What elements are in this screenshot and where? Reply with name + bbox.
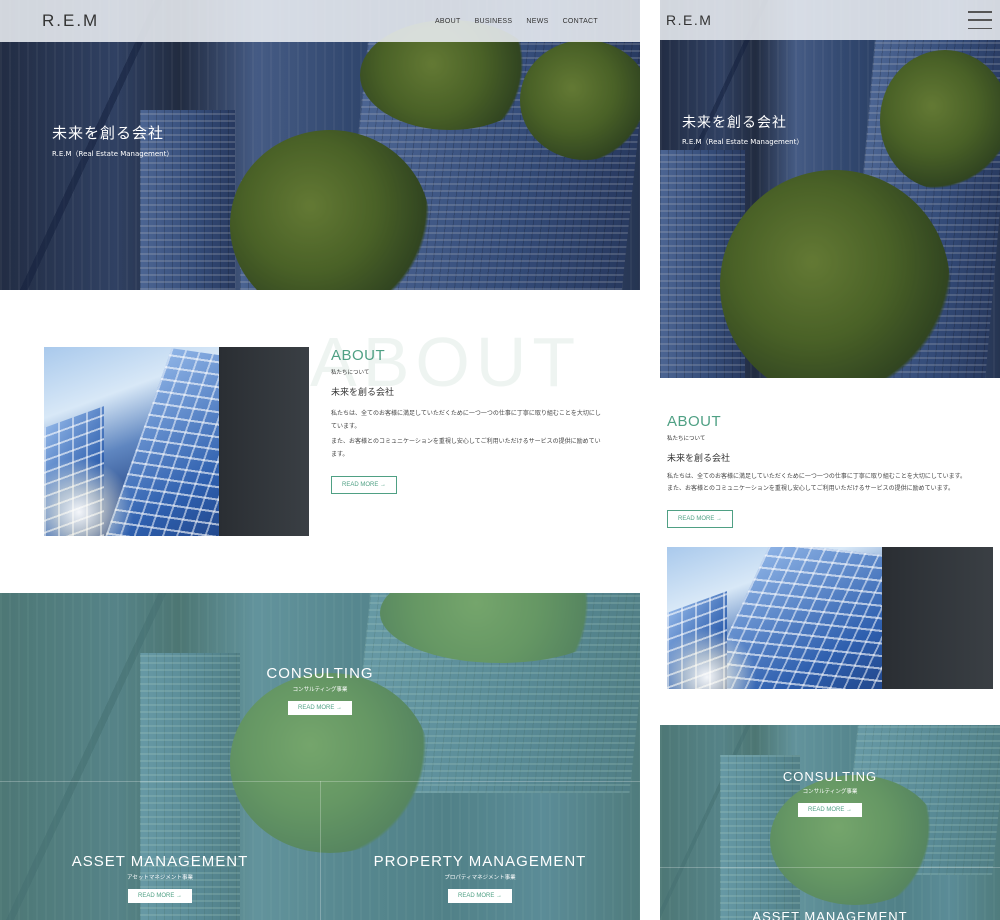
section-divider — [320, 781, 321, 920]
about-read-more-button[interactable]: READ MORE → — [331, 476, 398, 494]
business-subtitle: コンサルティング事業 — [802, 789, 858, 795]
business-card-property: PROPERTY MANAGEMENT プロパティマネジメント事業 READ M… — [350, 853, 610, 903]
hero-copy: 未来を創る会社 R.E.M（Real Estate Management） — [52, 122, 173, 159]
main-nav: ABOUT BUSINESS NEWS CONTACT — [435, 18, 598, 25]
about-text: ABOUT 私たちについて 未来を創る会社 私たちは、全てのお客様に満足していた… — [331, 347, 601, 494]
about-paragraph: 私たちは、全てのお客様に満足していただくために一つ一つの仕事に丁寧に取り組むこと… — [331, 410, 601, 430]
nav-item-news[interactable]: NEWS — [526, 18, 548, 25]
mobile-about-photo — [667, 547, 993, 689]
about-body: 私たちは、全てのお客様に満足していただくために一つ一つの仕事に丁寧に取り組むこと… — [331, 407, 601, 461]
nav-item-contact[interactable]: CONTACT — [563, 18, 598, 25]
business-title: CONSULTING — [266, 665, 374, 682]
hero-title: 未来を創る会社 — [52, 124, 165, 142]
about-paragraph: 私たちは、全てのお客様に満足していただくために一つ一つの仕事に丁寧に取り組むこと… — [667, 473, 967, 480]
business-subtitle: アセットマネジメント事業 — [127, 875, 193, 881]
asset-read-more-button[interactable]: READ MORE → — [127, 889, 192, 903]
about-photo — [44, 347, 309, 536]
about-paragraph: また、お客様とのコミュニケーションを重視し安心してご利用いただけるサービスの提供… — [331, 438, 601, 458]
about-paragraph: また、お客様とのコミュニケーションを重視し安心してご利用いただけるサービスの提供… — [667, 485, 955, 492]
site-header: R.E.M ABOUT BUSINESS NEWS CONTACT — [0, 0, 640, 42]
nav-item-about[interactable]: ABOUT — [435, 18, 461, 25]
mobile-about-subtitle: 私たちについて — [667, 436, 706, 442]
mobile-hero-subtitle: R.E.M（Real Estate Management） — [682, 138, 804, 146]
hero-shade — [660, 0, 1000, 378]
mobile-hero-section: 未来を創る会社 R.E.M（Real Estate Management） — [660, 0, 1000, 378]
business-subtitle: コンサルティング事業 — [292, 687, 348, 693]
business-title: CONSULTING — [782, 769, 878, 784]
hero-subtitle: R.E.M（Real Estate Management） — [52, 150, 174, 158]
business-card-consulting: CONSULTING コンサルティング事業 READ MORE → — [220, 665, 420, 715]
about-heading: 未来を創る会社 — [331, 388, 395, 398]
mobile-business-section: CONSULTING コンサルティング事業 READ MORE → ASSET … — [660, 725, 1000, 920]
mobile-header: R.E.M — [660, 0, 1000, 40]
business-title: ASSET MANAGEMENT — [752, 909, 908, 920]
mobile-about-body: 私たちは、全てのお客様に満足していただくために一つ一つの仕事に丁寧に取り組むこと… — [667, 471, 993, 495]
about-title: ABOUT — [331, 347, 386, 364]
mobile-about-heading: 未来を創る会社 — [667, 454, 731, 464]
mobile-hero-title: 未来を創る会社 — [682, 115, 787, 131]
desktop-page: 未来を創る会社 R.E.M（Real Estate Management） R.… — [0, 0, 640, 920]
mobile-business-card-asset: ASSET MANAGEMENT — [730, 909, 930, 920]
business-card-asset: ASSET MANAGEMENT アセットマネジメント事業 READ MORE … — [40, 853, 280, 903]
mobile-business-card-consulting: CONSULTING コンサルティング事業 READ MORE → — [730, 769, 930, 817]
mockup-stage: 未来を創る会社 R.E.M（Real Estate Management） R.… — [0, 0, 1000, 920]
mobile-logo[interactable]: R.E.M — [666, 12, 712, 28]
nav-item-business[interactable]: BUSINESS — [475, 18, 513, 25]
property-read-more-button[interactable]: READ MORE → — [447, 889, 512, 903]
mobile-hero-copy: 未来を創る会社 R.E.M（Real Estate Management） — [682, 112, 803, 147]
about-subtitle: 私たちについて — [331, 370, 370, 376]
mobile-about-read-more-button[interactable]: READ MORE → — [667, 510, 734, 528]
mobile-consulting-read-more-button[interactable]: READ MORE → — [797, 803, 862, 817]
business-section: CONSULTING コンサルティング事業 READ MORE → ASSET … — [0, 593, 640, 920]
dark-building — [219, 347, 309, 536]
dark-building — [882, 547, 993, 689]
mobile-about-title: ABOUT — [667, 413, 722, 430]
section-divider — [660, 867, 1000, 868]
hero-section: 未来を創る会社 R.E.M（Real Estate Management） — [0, 0, 640, 290]
hamburger-menu-icon[interactable] — [968, 11, 992, 29]
business-title: PROPERTY MANAGEMENT — [373, 853, 587, 870]
mobile-about-section: ABOUT 私たちについて 未来を創る会社 私たちは、全てのお客様に満足していた… — [667, 413, 993, 528]
site-logo[interactable]: R.E.M — [42, 11, 99, 31]
business-subtitle: プロパティマネジメント事業 — [444, 875, 516, 881]
sun-glare — [44, 457, 134, 536]
business-title: ASSET MANAGEMENT — [71, 853, 249, 870]
consulting-read-more-button[interactable]: READ MORE → — [287, 701, 352, 715]
mobile-page: 未来を創る会社 R.E.M（Real Estate Management） R.… — [660, 0, 1000, 920]
teal-overlay — [660, 725, 1000, 920]
